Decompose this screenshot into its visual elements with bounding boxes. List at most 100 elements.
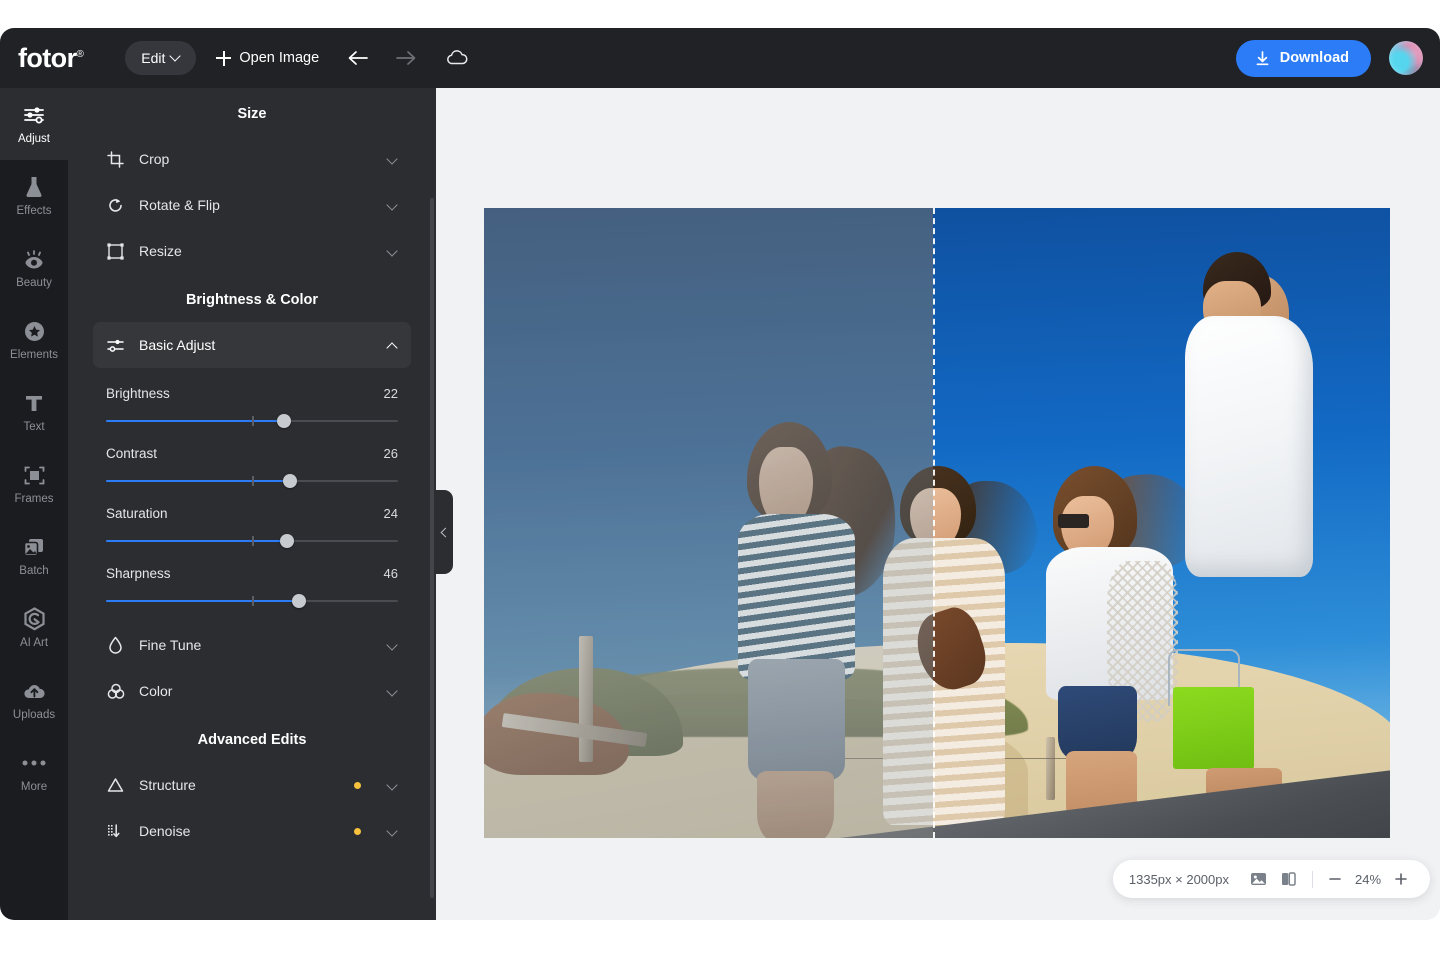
slider-value: 46: [384, 566, 398, 581]
slider-track[interactable]: [106, 414, 398, 428]
sidebar-item-more[interactable]: More: [0, 736, 68, 808]
slider-center-tick: [252, 476, 254, 486]
arrow-left-icon: [347, 49, 369, 67]
slider-fill: [106, 480, 290, 482]
slider-brightness: Brightness 22: [106, 368, 398, 428]
image-dimensions-label: 1335px × 2000px: [1129, 872, 1229, 887]
panel-item-label: Color: [139, 683, 373, 699]
redo-button[interactable]: [395, 49, 417, 67]
slider-knob[interactable]: [283, 474, 297, 488]
pro-badge-dot: [354, 828, 361, 835]
frame-icon: [23, 463, 46, 487]
slider-knob[interactable]: [292, 594, 306, 608]
chevron-down-icon: [387, 200, 398, 211]
undo-button[interactable]: [347, 49, 369, 67]
image-icon[interactable]: [1243, 864, 1273, 894]
slider-center-tick: [252, 416, 254, 426]
chevron-up-icon: [387, 340, 398, 351]
text-t-icon: [23, 391, 45, 415]
sidebar-item-adjust[interactable]: Adjust: [0, 88, 68, 160]
slider-knob[interactable]: [277, 414, 291, 428]
panel-item-structure[interactable]: Structure: [93, 762, 411, 808]
panel-item-label: Crop: [139, 151, 373, 167]
chevron-down-icon: [387, 826, 398, 837]
zoom-level-label[interactable]: 24%: [1348, 872, 1388, 887]
sidebar-item-beauty[interactable]: Beauty: [0, 232, 68, 304]
panel-item-crop[interactable]: Crop: [93, 136, 411, 182]
slider-value: 24: [384, 506, 398, 521]
sidebar-item-elements[interactable]: Elements: [0, 304, 68, 376]
chevron-down-icon: [387, 640, 398, 651]
sidebar-item-frames[interactable]: Frames: [0, 448, 68, 520]
slider-fill: [106, 420, 284, 422]
slider-track[interactable]: [106, 534, 398, 548]
top-toolbar: fotor® Edit Open Image: [0, 28, 1440, 88]
sidebar-item-effects[interactable]: Effects: [0, 160, 68, 232]
plus-icon: [216, 51, 231, 66]
slider-fill: [106, 540, 287, 542]
white-shirt: [1185, 316, 1312, 577]
download-icon: [1254, 50, 1271, 67]
photo-canvas[interactable]: [484, 208, 1390, 838]
cloud-icon: [445, 49, 469, 67]
compare-divider[interactable]: [933, 208, 935, 838]
sidebar-item-label: Beauty: [16, 277, 52, 289]
crop-icon: [106, 151, 125, 168]
chevron-down-icon: [387, 686, 398, 697]
zoom-out-button[interactable]: [1322, 866, 1348, 892]
sidebar-item-label: Effects: [17, 205, 52, 217]
panel-item-rotate-flip[interactable]: Rotate & Flip: [93, 182, 411, 228]
compare-split-icon[interactable]: [1273, 864, 1303, 894]
slider-value: 22: [384, 386, 398, 401]
panel-scrollbar[interactable]: [430, 198, 434, 898]
adjust-panel: Size Crop Rotate & Flip: [68, 88, 436, 920]
droplet-icon: [106, 636, 125, 654]
panel-item-basic-adjust[interactable]: Basic Adjust: [93, 322, 411, 368]
chevron-down-icon: [387, 154, 398, 165]
khaki-shorts: [1189, 553, 1306, 785]
canvas-area: 1335px × 2000px 24%: [436, 88, 1440, 920]
eye-icon: [22, 247, 46, 271]
sidebar-item-uploads[interactable]: Uploads: [0, 664, 68, 736]
topbar-right-group: Download: [1236, 40, 1423, 77]
resize-icon: [106, 243, 125, 260]
panel-item-color[interactable]: Color: [93, 668, 411, 714]
panel-item-label: Fine Tune: [139, 637, 373, 653]
left-tool-rail: Adjust Effects Beauty: [0, 88, 68, 920]
rotate-icon: [106, 197, 125, 214]
before-preview-overlay: [484, 208, 933, 838]
sidebar-item-text[interactable]: Text: [0, 376, 68, 448]
sidebar-item-ai-art[interactable]: AI Art: [0, 592, 68, 664]
photos-stack-icon: [22, 535, 46, 559]
panel-item-label: Basic Adjust: [139, 337, 373, 353]
panel-item-label: Structure: [139, 777, 340, 793]
open-image-button[interactable]: Open Image: [216, 50, 319, 66]
slider-track[interactable]: [106, 594, 398, 608]
sliders-icon: [106, 337, 125, 354]
sidebar-item-batch[interactable]: Batch: [0, 520, 68, 592]
zoom-in-button[interactable]: [1388, 866, 1414, 892]
edit-menu-button[interactable]: Edit: [125, 41, 196, 75]
slider-value: 26: [384, 446, 398, 461]
panel-item-fine-tune[interactable]: Fine Tune: [93, 622, 411, 668]
slider-knob[interactable]: [280, 534, 294, 548]
cloud-save-button[interactable]: [445, 49, 469, 67]
slider-track[interactable]: [106, 474, 398, 488]
flask-icon: [23, 175, 45, 199]
zoom-toolbar: 1335px × 2000px 24%: [1113, 860, 1430, 898]
chevron-down-icon: [171, 52, 180, 61]
chevron-down-icon: [387, 246, 398, 257]
avatar[interactable]: [1389, 41, 1423, 75]
sunglasses: [1058, 514, 1088, 529]
fotor-app-window: fotor® Edit Open Image: [0, 28, 1440, 920]
download-button[interactable]: Download: [1236, 40, 1371, 77]
panel-item-denoise[interactable]: Denoise: [93, 808, 411, 854]
panel-item-resize[interactable]: Resize: [93, 228, 411, 274]
sidebar-item-label: Elements: [10, 349, 58, 361]
sidebar-item-label: Text: [23, 421, 44, 433]
fotor-logo[interactable]: fotor®: [18, 45, 83, 72]
panel-collapse-handle[interactable]: [436, 490, 453, 574]
triangle-icon: [106, 777, 125, 793]
panel-item-label: Rotate & Flip: [139, 197, 373, 213]
star-circle-icon: [23, 319, 46, 343]
